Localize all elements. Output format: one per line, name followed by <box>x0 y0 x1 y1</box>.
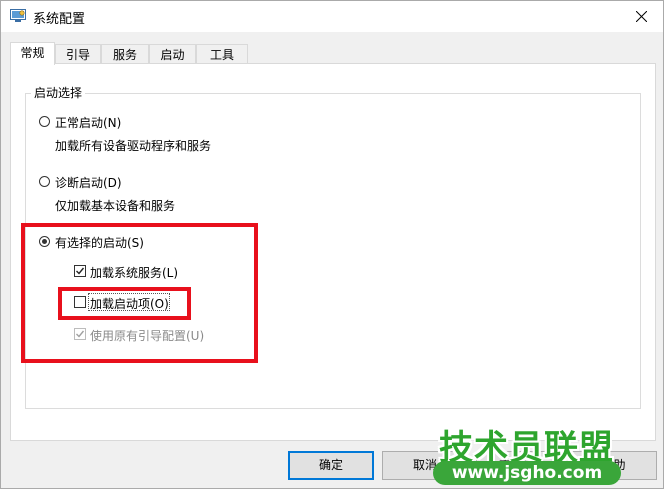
normal-startup-label[interactable]: 正常启动(N) <box>55 114 121 131</box>
use-original-boot-config-label: 使用原有引导配置(U) <box>90 329 205 343</box>
checkmark-icon <box>76 330 85 338</box>
normal-startup-description: 加载所有设备驱动程序和服务 <box>55 139 212 153</box>
window-title: 系统配置 <box>33 12 86 27</box>
tab-services[interactable]: 服务 <box>101 44 149 64</box>
tab-boot[interactable]: 引导 <box>55 44 101 64</box>
apply-button[interactable]: 应用(A) <box>476 451 562 480</box>
general-tab-panel: 启动选择 正常启动(N) 加载所有设备驱动程序和服务 诊断启动(D) 仅加载基本… <box>10 63 656 441</box>
tab-general[interactable]: 常规 <box>10 42 55 65</box>
tab-tools[interactable]: 工具 <box>196 44 248 64</box>
diagnostic-startup-radio[interactable] <box>39 176 50 187</box>
system-config-window: 系统配置 常规 引导 服务 启动 工具 启动选择 正常启动(N) 加载所有设备驱… <box>0 0 664 489</box>
normal-startup-radio[interactable] <box>39 116 50 127</box>
tab-startup[interactable]: 启动 <box>149 44 196 64</box>
cancel-button[interactable]: 取消 <box>382 451 468 480</box>
diagnostic-startup-description: 仅加载基本设备和服务 <box>55 199 176 213</box>
help-button[interactable]: 帮助 <box>570 451 657 480</box>
selective-startup-label[interactable]: 有选择的启动(S) <box>55 234 144 251</box>
system-config-icon <box>10 9 26 23</box>
close-icon <box>635 11 647 22</box>
checkmark-icon <box>76 267 85 275</box>
load-system-services-label[interactable]: 加载系统服务(L) <box>90 264 178 281</box>
load-startup-items-label[interactable]: 加载启动项(O) <box>90 295 169 312</box>
title-bar: 系统配置 <box>1 1 663 32</box>
use-original-boot-config-checkbox[interactable] <box>74 328 86 340</box>
ok-button[interactable]: 确定 <box>288 451 374 480</box>
selective-startup-radio[interactable] <box>39 236 50 247</box>
close-button[interactable] <box>619 1 663 32</box>
load-startup-items-checkbox[interactable] <box>74 296 86 308</box>
load-system-services-checkbox[interactable] <box>74 265 86 277</box>
startup-selection-legend: 启动选择 <box>31 84 86 101</box>
diagnostic-startup-label[interactable]: 诊断启动(D) <box>55 174 122 191</box>
